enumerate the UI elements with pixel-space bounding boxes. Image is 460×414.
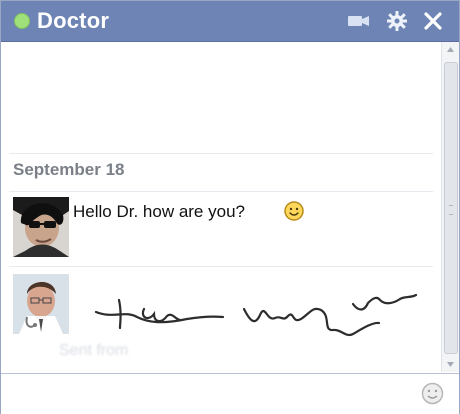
- date-divider: September 18: [13, 160, 125, 179]
- gear-icon[interactable]: [386, 10, 408, 32]
- emoji-picker-icon[interactable]: [420, 381, 445, 406]
- scroll-up-arrow-icon[interactable]: [442, 42, 459, 59]
- message-composer[interactable]: [1, 373, 459, 414]
- message-divider: [9, 266, 433, 267]
- handwritten-message[interactable]: [91, 280, 431, 348]
- chat-title[interactable]: Doctor: [37, 8, 109, 34]
- chat-window: Doctor September 18 Hello Dr. how are yo…: [0, 0, 460, 414]
- date-divider-line: [9, 191, 433, 192]
- top-divider: [9, 153, 433, 154]
- smiley-emoticon-icon: [283, 200, 305, 222]
- chat-titlebar[interactable]: Doctor: [1, 1, 459, 42]
- scroll-down-arrow-icon[interactable]: [442, 355, 459, 372]
- scrollbar-grip-icon: [449, 205, 453, 215]
- sent-status-hint: Sent from: [59, 342, 129, 359]
- doctor-avatar[interactable]: [13, 274, 69, 334]
- message-text[interactable]: Hello Dr. how are you?: [73, 202, 245, 222]
- scrollbar-thumb[interactable]: [444, 62, 458, 354]
- video-camera-icon[interactable]: [347, 13, 369, 35]
- message-scrollbar[interactable]: [441, 42, 459, 372]
- online-status-dot: [14, 13, 30, 29]
- close-icon[interactable]: [422, 10, 444, 32]
- message-list[interactable]: September 18 Hello Dr. how are you? Sent…: [1, 42, 441, 372]
- patient-avatar[interactable]: [13, 197, 69, 257]
